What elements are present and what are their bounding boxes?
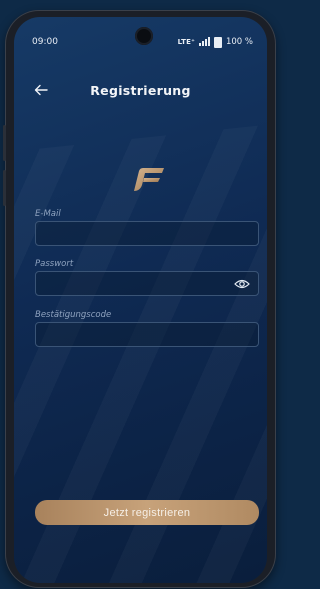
password-label: Passwort <box>35 259 74 269</box>
email-label: E-Mail <box>35 209 61 219</box>
page-title: Registrierung <box>90 82 191 98</box>
email-field[interactable] <box>35 221 259 246</box>
password-field[interactable] <box>35 271 259 296</box>
brand-logo-icon <box>134 168 164 191</box>
status-time: 09:00 <box>32 37 58 47</box>
network-label: LTE⁺ <box>177 38 195 46</box>
back-arrow-icon[interactable] <box>34 79 56 101</box>
register-button[interactable]: Jetzt registrieren <box>35 500 259 525</box>
battery-icon <box>213 36 222 48</box>
battery-level: 100 % <box>225 37 253 47</box>
status-bar: 09:00 LTE⁺ 100 % <box>32 35 253 49</box>
side-button <box>3 170 6 206</box>
status-right: LTE⁺ 100 % <box>177 36 253 48</box>
top-bar: Registrierung <box>14 79 267 101</box>
app-screen: 09:00 LTE⁺ 100 % Registrierung E-Mail Pa… <box>14 17 267 583</box>
eye-icon[interactable] <box>234 278 250 290</box>
signal-icon <box>198 37 210 46</box>
code-label: Bestätigungscode <box>35 310 112 320</box>
side-button <box>3 125 6 161</box>
verification-code-field[interactable] <box>35 322 259 347</box>
